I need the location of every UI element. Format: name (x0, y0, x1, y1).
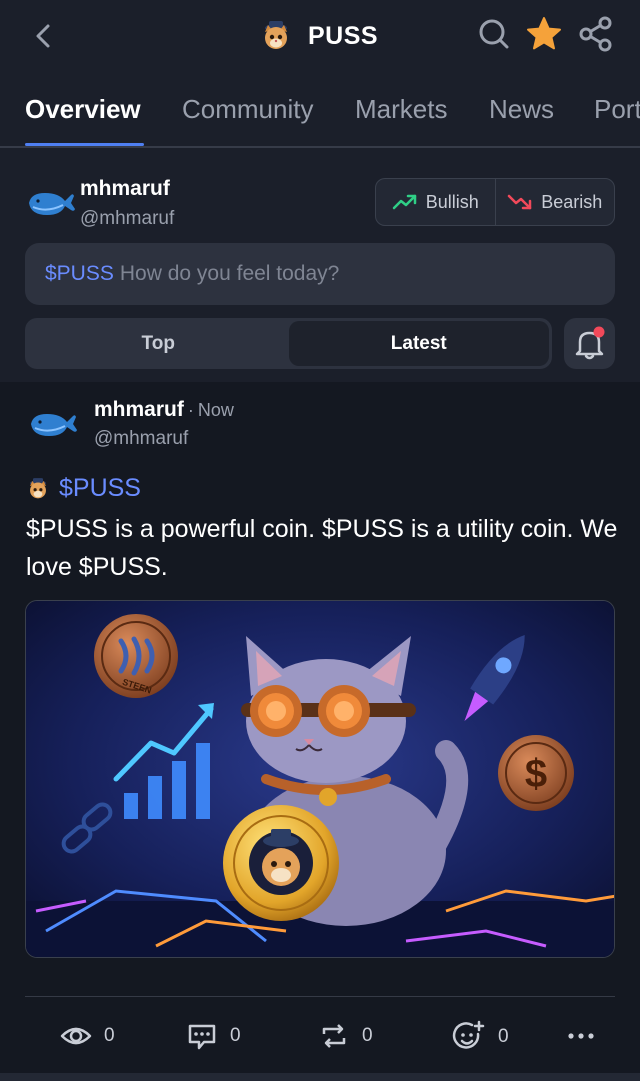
bearish-label: Bearish (541, 191, 603, 212)
composer-user-name: mhmaruf (80, 177, 170, 200)
add-reaction-icon (452, 1020, 485, 1049)
repost-icon (322, 1024, 346, 1048)
tab-news[interactable]: News (489, 94, 554, 125)
tab-overview[interactable]: Overview (25, 94, 141, 125)
bullish-button[interactable]: Bullish (376, 179, 495, 225)
header-title-group: PUSS (258, 14, 378, 58)
more-options-button[interactable] (566, 1020, 596, 1052)
react-button[interactable]: 0 (452, 1020, 509, 1054)
page-title: PUSS (308, 21, 379, 50)
comment-icon (188, 1024, 216, 1050)
post-input-placeholder: How do you feel today? (119, 262, 340, 285)
post-coin-tag[interactable]: $PUSS (25, 474, 141, 503)
feed-sort-toggle: Top Latest (25, 318, 552, 369)
bullish-label: Bullish (425, 191, 479, 212)
bottom-edge-bar (0, 1073, 640, 1081)
reactions-count: 0 (498, 1026, 509, 1047)
post-feed: mhmaruf · Now @mhmaruf $PUSS $PUSS is a po… (0, 382, 640, 1081)
post-composer: mhmaruf @mhmaruf Bullish Bearish $PUSS H… (0, 150, 640, 382)
post-time: Now (197, 400, 234, 420)
coin-tag-label: $PUSS (59, 474, 141, 502)
reposts-count: 0 (362, 1025, 373, 1046)
composer-user-handle: @mhmaruf (80, 208, 175, 229)
trend-up-icon (392, 194, 416, 210)
coin-tab-bar: Overview Community Markets News Port (0, 70, 640, 148)
tab-community[interactable]: Community (182, 94, 313, 125)
sort-top-button[interactable]: Top (28, 321, 289, 366)
post-divider (25, 996, 615, 997)
post-image[interactable]: STEEN $ (25, 600, 615, 958)
dollar-coin-symbol: $ (525, 752, 547, 796)
views-stat[interactable]: 0 (60, 1020, 115, 1052)
more-horizontal-icon (568, 1033, 594, 1039)
tab-portfolio[interactable]: Port (594, 94, 640, 125)
post-input[interactable]: $PUSS How do you feel today? (25, 243, 615, 305)
chevron-left-icon[interactable] (26, 18, 62, 54)
post-author-handle: @mhmaruf (94, 428, 189, 449)
post-author-name[interactable]: mhmaruf (94, 398, 184, 421)
comment-button[interactable]: 0 (186, 1020, 241, 1052)
sentiment-selector: Bullish Bearish (375, 178, 615, 226)
app-header: PUSS (0, 0, 640, 70)
active-tab-indicator (25, 143, 144, 146)
repost-button[interactable]: 0 (318, 1020, 373, 1052)
trend-down-icon (507, 194, 532, 210)
comments-count: 0 (230, 1025, 241, 1046)
meta-separator: · (187, 400, 194, 420)
bearish-button[interactable]: Bearish (494, 179, 615, 225)
search-icon[interactable] (474, 14, 514, 54)
post-actions: 0 0 0 0 (0, 1014, 640, 1058)
views-count: 0 (104, 1025, 115, 1046)
post-body: $PUSS is a powerful coin. $PUSS is a uti… (26, 515, 618, 581)
post-input-ticker: $PUSS (45, 262, 114, 285)
notification-button[interactable] (564, 318, 615, 369)
cat-coin-illustration: STEEN $ (26, 601, 614, 957)
star-icon[interactable] (524, 14, 564, 54)
post-meta: mhmaruf · Now (94, 398, 234, 422)
puss-token-icon (30, 477, 46, 498)
sort-latest-button[interactable]: Latest (288, 321, 549, 366)
puss-token-icon (265, 21, 287, 49)
tab-markets[interactable]: Markets (355, 94, 447, 125)
eye-icon (60, 1027, 92, 1045)
bell-icon (575, 326, 605, 360)
share-icon[interactable] (576, 14, 616, 54)
post-author-avatar[interactable] (27, 404, 79, 444)
whale-avatar[interactable] (25, 183, 77, 223)
